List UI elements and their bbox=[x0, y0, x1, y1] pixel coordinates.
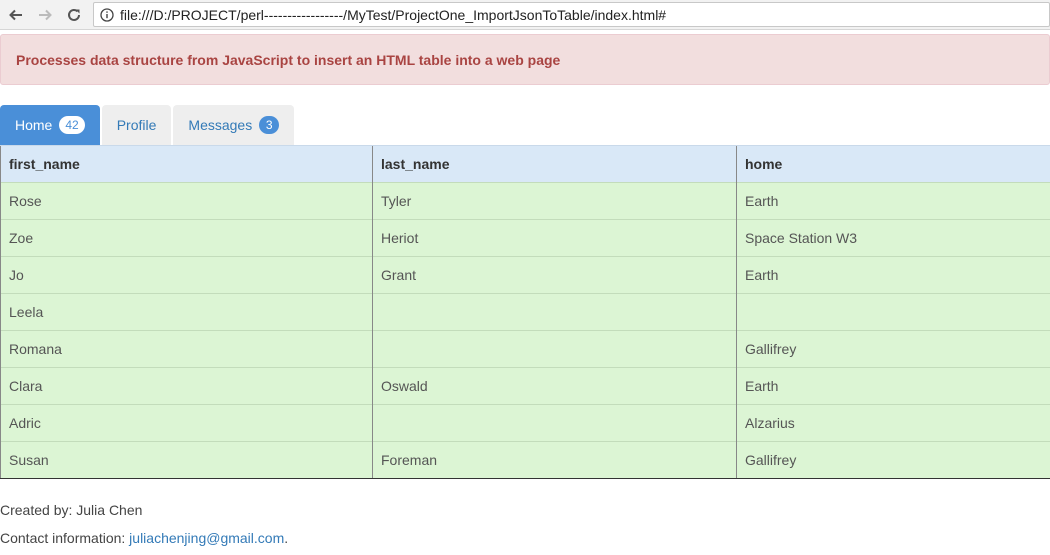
data-table: first_name last_name home Rose Tyler Ear… bbox=[0, 145, 1050, 479]
table-cell bbox=[736, 293, 1050, 331]
alert-text: Processes data structure from JavaScript… bbox=[16, 51, 561, 68]
browser-toolbar: file:///D:/PROJECT/perl-----------------… bbox=[0, 0, 1050, 30]
table-cell: Romana bbox=[0, 330, 373, 368]
table-cell: Earth bbox=[736, 182, 1050, 220]
reload-button[interactable] bbox=[61, 2, 87, 28]
table-header-row: first_name last_name home bbox=[0, 145, 1050, 183]
reload-icon bbox=[68, 8, 80, 21]
info-icon[interactable] bbox=[98, 6, 116, 24]
contact-email-link[interactable]: juliachenjing@gmail.com bbox=[129, 530, 284, 546]
nav-tabs: Home 42 Profile Messages 3 bbox=[0, 105, 1050, 145]
table-cell: Foreman bbox=[372, 441, 737, 479]
table-cell: Clara bbox=[0, 367, 373, 405]
table-row: Jo Grant Earth bbox=[0, 256, 1050, 294]
table-cell: Leela bbox=[0, 293, 373, 331]
table-cell: Earth bbox=[736, 256, 1050, 294]
tab-messages-badge: 3 bbox=[259, 116, 280, 134]
arrow-right-icon bbox=[39, 9, 52, 20]
table-cell bbox=[372, 404, 737, 442]
contact-line: Contact information: juliachenjing@gmail… bbox=[0, 530, 1050, 546]
tab-messages-label: Messages bbox=[188, 117, 253, 133]
table-cell: Susan bbox=[0, 441, 373, 479]
table-row: Zoe Heriot Space Station W3 bbox=[0, 219, 1050, 257]
table-cell: Rose bbox=[0, 182, 373, 220]
table-cell: Gallifrey bbox=[736, 330, 1050, 368]
column-header-home: home bbox=[736, 145, 1050, 183]
page-footer: Created by: Julia Chen Contact informati… bbox=[0, 502, 1050, 546]
table-cell: Oswald bbox=[372, 367, 737, 405]
table-cell: Gallifrey bbox=[736, 441, 1050, 479]
back-button[interactable] bbox=[3, 2, 29, 28]
table-cell: Heriot bbox=[372, 219, 737, 257]
table-row: Romana Gallifrey bbox=[0, 330, 1050, 368]
table-row: Susan Foreman Gallifrey bbox=[0, 441, 1050, 479]
tab-messages[interactable]: Messages 3 bbox=[173, 105, 295, 145]
tab-home[interactable]: Home 42 bbox=[0, 105, 100, 145]
table-cell bbox=[372, 293, 737, 331]
tab-profile-label: Profile bbox=[116, 117, 157, 133]
table-cell: Grant bbox=[372, 256, 737, 294]
table-cell: Jo bbox=[0, 256, 373, 294]
tab-home-badge: 42 bbox=[59, 116, 85, 134]
table-row: Clara Oswald Earth bbox=[0, 367, 1050, 405]
table-cell: Tyler bbox=[372, 182, 737, 220]
table-cell bbox=[372, 330, 737, 368]
alert-banner: Processes data structure from JavaScript… bbox=[0, 34, 1050, 85]
table-cell: Adric bbox=[0, 404, 373, 442]
table-cell: Earth bbox=[736, 367, 1050, 405]
table-cell: Space Station W3 bbox=[736, 219, 1050, 257]
forward-button[interactable] bbox=[32, 2, 58, 28]
table-row: Adric Alzarius bbox=[0, 404, 1050, 442]
table-row: Rose Tyler Earth bbox=[0, 182, 1050, 220]
url-text: file:///D:/PROJECT/perl-----------------… bbox=[120, 6, 667, 23]
table-cell: Zoe bbox=[0, 219, 373, 257]
address-bar[interactable]: file:///D:/PROJECT/perl-----------------… bbox=[93, 2, 1050, 27]
column-header-last-name: last_name bbox=[372, 145, 737, 183]
column-header-first-name: first_name bbox=[0, 145, 373, 183]
tab-home-label: Home bbox=[15, 117, 53, 133]
contact-suffix: . bbox=[284, 530, 289, 546]
created-by-text: Created by: Julia Chen bbox=[0, 502, 143, 518]
table-cell: Alzarius bbox=[736, 404, 1050, 442]
arrow-left-icon bbox=[9, 9, 22, 20]
contact-label: Contact information: bbox=[0, 530, 130, 546]
table-row: Leela bbox=[0, 293, 1050, 331]
tab-profile[interactable]: Profile bbox=[101, 105, 172, 145]
